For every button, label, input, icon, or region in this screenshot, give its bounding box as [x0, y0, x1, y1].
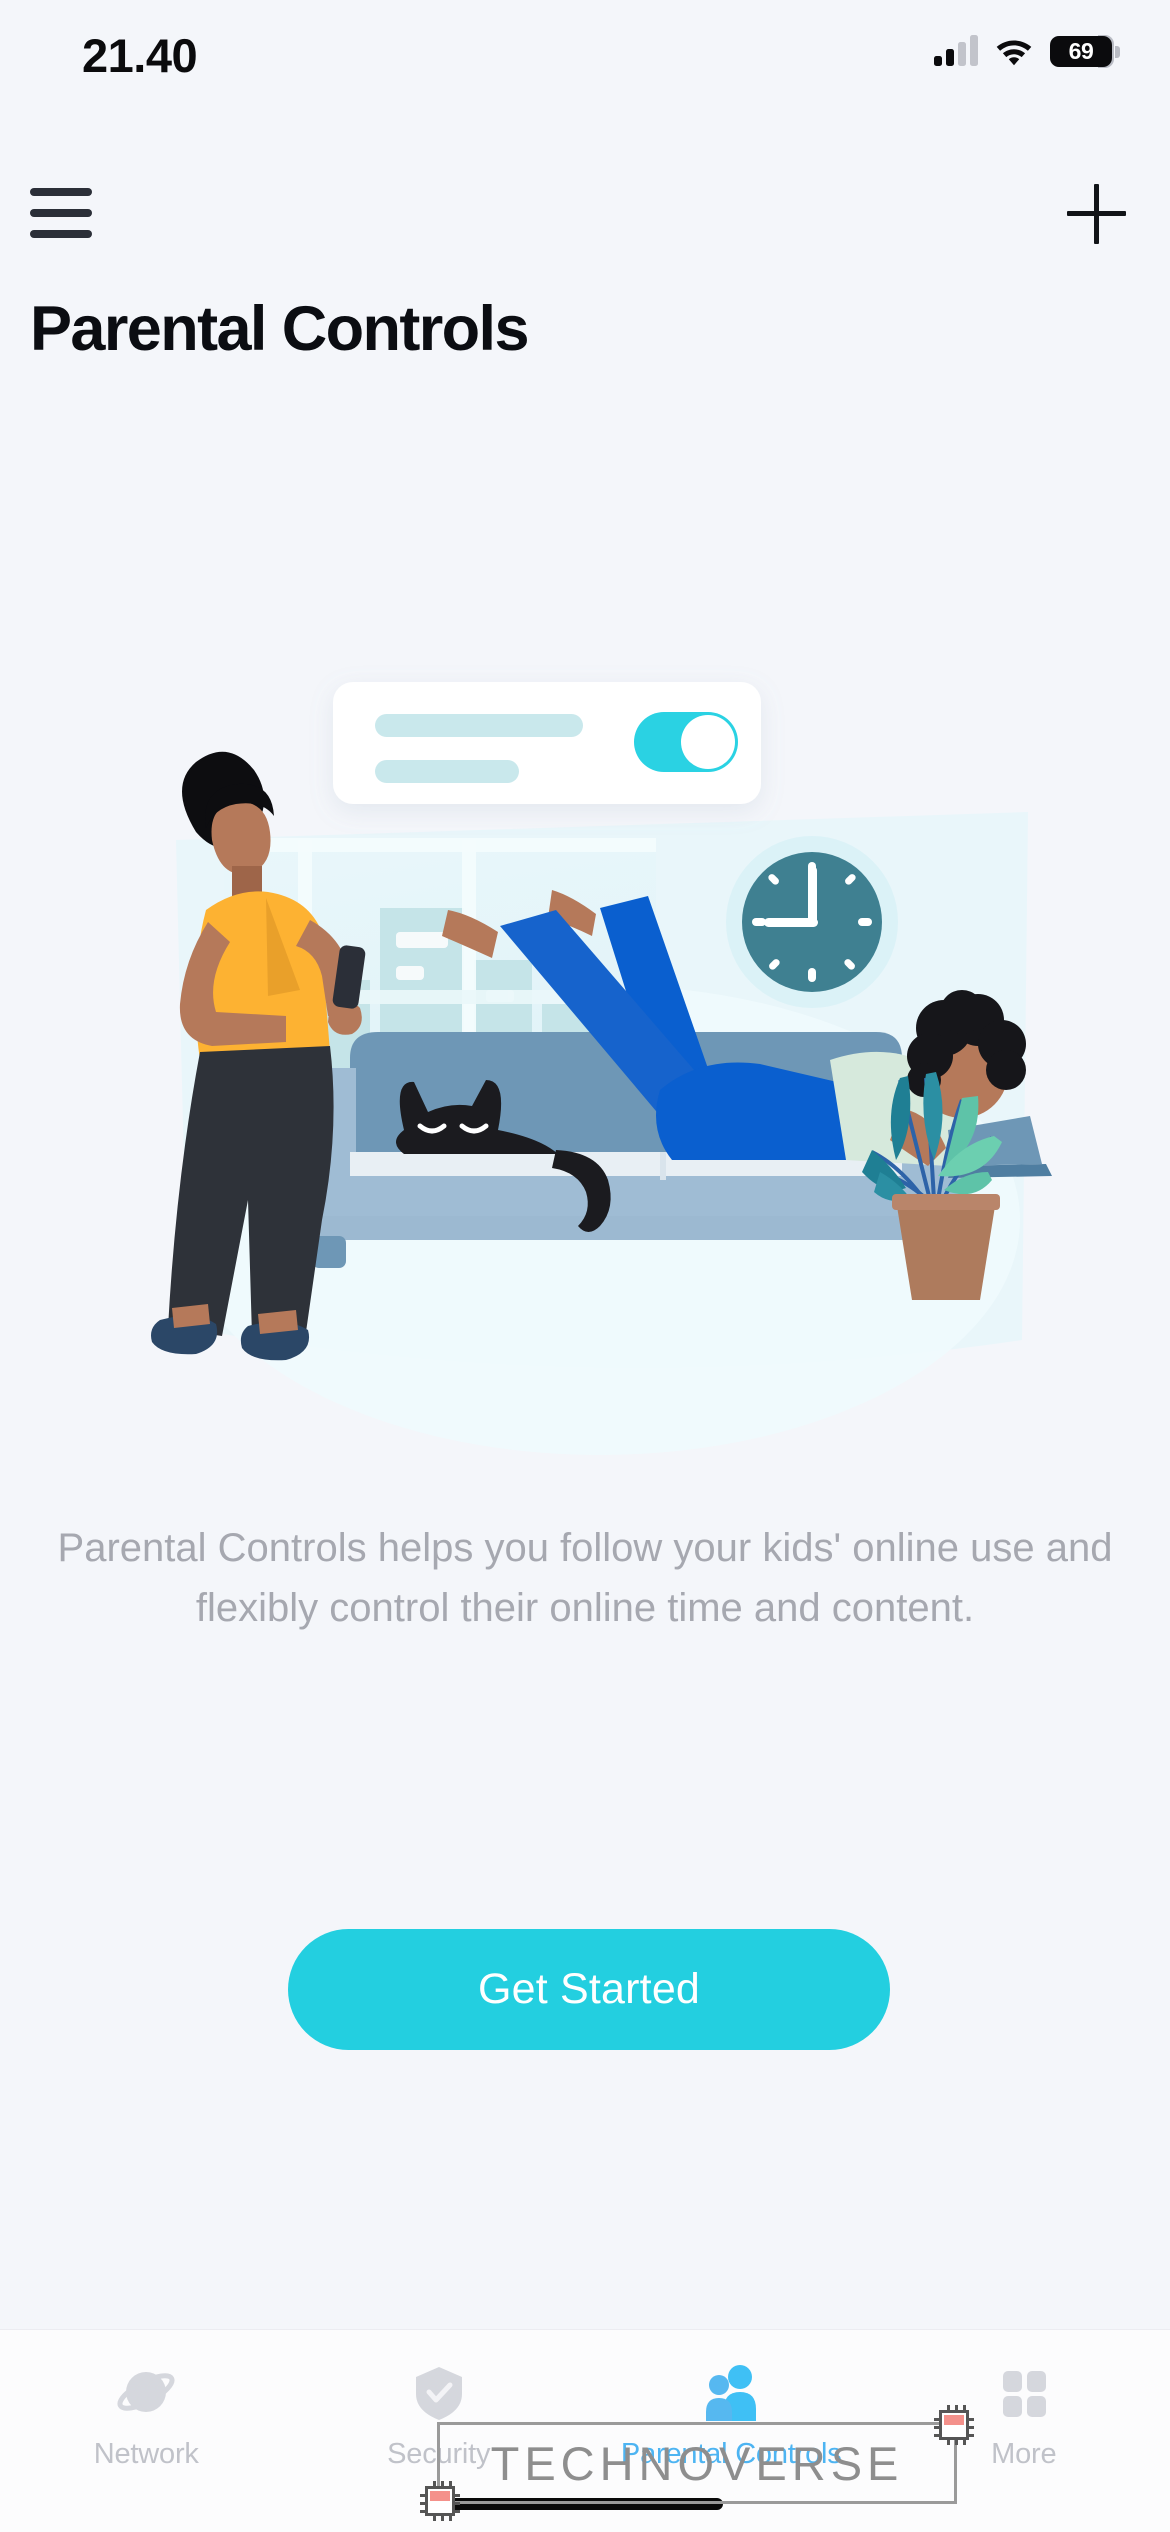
menu-line [30, 209, 92, 217]
navigation-bar [0, 150, 1170, 270]
people-icon [700, 2362, 762, 2424]
tab-more[interactable]: More [878, 2330, 1170, 2471]
get-started-label: Get Started [477, 1965, 701, 2013]
bottom-tab-bar: Network Security Parental Controls More [0, 2329, 1170, 2532]
tab-security[interactable]: Security [293, 2330, 586, 2471]
page-description: Parental Controls helps you follow your … [57, 1526, 1113, 1630]
battery-icon: 69 [1050, 34, 1120, 68]
home-indicator [447, 2498, 723, 2510]
tab-network[interactable]: Network [0, 2330, 293, 2471]
status-bar-time: 21.40 [82, 29, 198, 82]
grid-squares-icon [993, 2362, 1055, 2424]
status-bar: 21.40 69 [0, 0, 1170, 120]
hamburger-menu-icon[interactable] [30, 182, 102, 244]
get-started-button[interactable]: Get Started [288, 1929, 890, 2050]
cellular-signal-icon [934, 35, 978, 66]
tab-label: More [991, 2438, 1057, 2470]
tab-label: Network [93, 2438, 199, 2470]
parental-controls-illustration [0, 660, 1170, 1490]
plus-icon[interactable] [1060, 178, 1132, 250]
wifi-icon [995, 36, 1033, 66]
page-title: Parental Controls [30, 294, 530, 364]
battery-percent-label: 69 [1068, 37, 1094, 64]
menu-line [30, 230, 92, 238]
menu-line [30, 188, 92, 196]
shield-check-icon [408, 2362, 470, 2424]
planet-network-icon [115, 2362, 177, 2424]
tab-parental-controls[interactable]: Parental Controls [585, 2330, 878, 2471]
tab-label: Parental Controls [620, 2438, 842, 2470]
tab-label: Security [387, 2438, 491, 2470]
status-bar-icons: 69 [934, 30, 1120, 72]
